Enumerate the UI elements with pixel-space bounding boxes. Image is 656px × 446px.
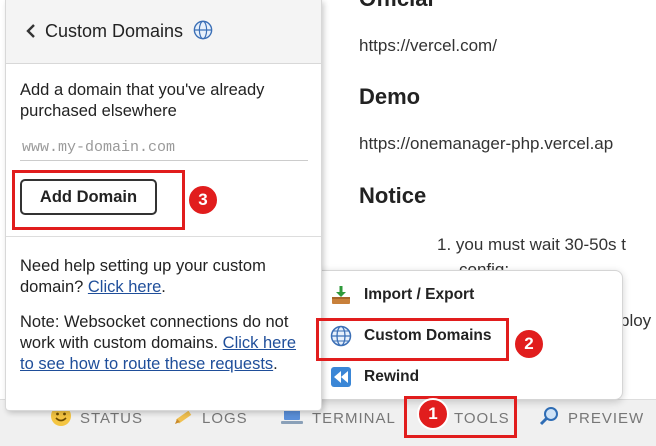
heading-notice: Notice: [359, 183, 427, 208]
menu-item-import-export-label: Import / Export: [364, 286, 475, 303]
tab-preview-label: PREVIEW: [568, 409, 645, 427]
heading-official: Official: [359, 0, 434, 12]
tab-preview[interactable]: PREVIEW: [538, 400, 644, 436]
official-url[interactable]: https://vercel.com/: [359, 36, 497, 56]
tab-terminal-label: TERMINAL: [312, 409, 396, 427]
menu-item-rewind[interactable]: Rewind: [330, 363, 419, 391]
globe-icon: [193, 20, 213, 40]
tab-status-label: STATUS: [80, 409, 143, 427]
highlight-custom-domains: [316, 318, 509, 361]
step-badge-3: 3: [187, 184, 219, 216]
highlight-add-domain: [12, 170, 185, 230]
step-badge-1: 1: [417, 398, 449, 430]
domain-input[interactable]: [20, 134, 308, 161]
panel-header: Custom Domains: [6, 0, 321, 64]
help-link[interactable]: Click here: [88, 278, 161, 296]
import-export-icon: [330, 284, 352, 306]
notice-partial-deploy: ploy: [620, 311, 652, 330]
chevron-left-icon[interactable]: [24, 22, 38, 40]
tab-logs-label: LOGS: [202, 409, 248, 427]
notice-item: 1. you must wait 30-50s t: [437, 235, 626, 254]
magnifier-icon: [538, 405, 560, 431]
heading-demo: Demo: [359, 84, 421, 109]
note-text-end: .: [273, 355, 278, 373]
step-badge-2: 2: [513, 328, 545, 360]
demo-url[interactable]: https://onemanager-php.vercel.ap: [359, 134, 613, 154]
help-text: Need help setting up your custom domain?…: [20, 256, 312, 298]
help-text-end: .: [161, 278, 166, 296]
divider: [6, 236, 321, 237]
menu-item-rewind-label: Rewind: [364, 368, 420, 385]
panel-description: Add a domain that you've already purchas…: [20, 81, 265, 120]
panel-title: Custom Domains: [45, 21, 184, 41]
rewind-icon: [330, 366, 352, 388]
menu-item-import-export[interactable]: Import / Export: [330, 281, 474, 309]
note-text: Note: Websocket connections do not work …: [20, 312, 312, 375]
